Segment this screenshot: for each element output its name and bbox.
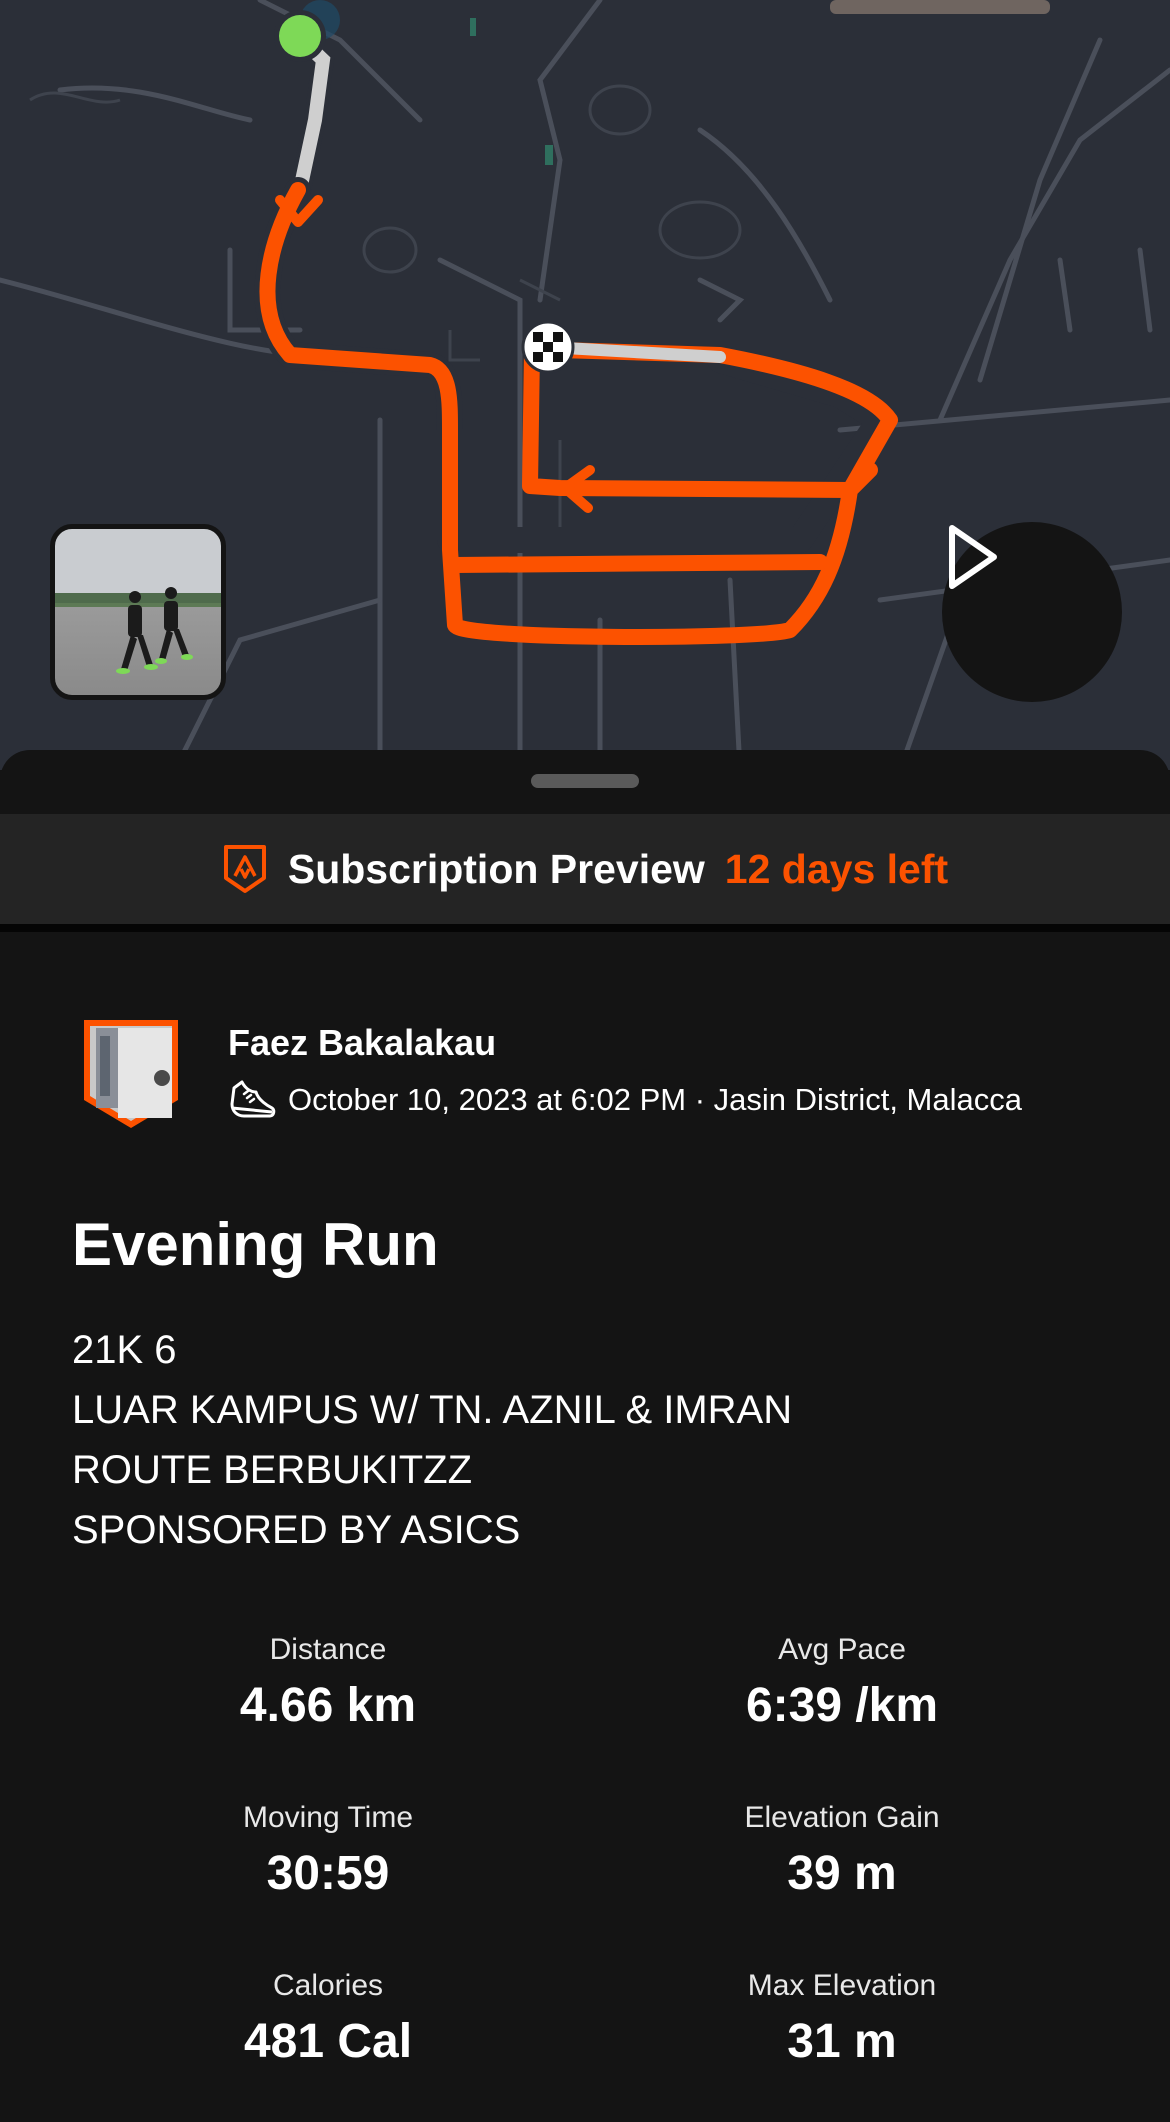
description-line: ROUTE BERBUKITZZ [72,1448,473,1492]
play-icon [949,525,997,589]
avatar[interactable] [78,1016,184,1132]
athlete-header[interactable]: Faez Bakalakau October 10, 2023 at 6:02 … [78,1016,1118,1136]
description-line: LUAR KAMPUS W/ TN. AZNIL & IMRAN [72,1388,793,1432]
subscription-title: Subscription Preview [287,845,705,892]
stat-label: Elevation Gain [744,1801,940,1834]
running-shoe-icon [230,1080,276,1118]
stat-label: Avg Pace [778,1633,906,1666]
subscription-days-left: 12 days left [724,845,949,892]
stat-value: 481 Cal [243,2015,413,2068]
stat-label: Distance [269,1633,387,1666]
stat-max-elevation: Max Elevation 31 m [592,1966,1092,2074]
strava-shield-icon [223,845,266,893]
athlete-name[interactable]: Faez Bakalakau [228,1022,496,1064]
stat-value: 4.66 km [239,1679,417,1732]
stat-label: Moving Time [242,1801,414,1834]
stat-moving-time: Moving Time 30:59 [78,1798,578,1906]
stat-calories: Calories 481 Cal [78,1966,578,2074]
stat-value: 31 m [787,2015,897,2068]
checkered-flag-icon [521,320,575,374]
description-line: 21K 6 [72,1328,177,1372]
stat-label: Max Elevation [747,1969,937,2002]
play-flyover-button[interactable] [942,522,1122,702]
activity-title: Evening Run [72,1211,439,1278]
stat-value: 30:59 [266,1847,390,1900]
activity-meta: October 10, 2023 at 6:02 PM · Jasin Dist… [228,1076,1022,1124]
sheet-drag-handle[interactable] [531,774,639,788]
route-map[interactable] [0,0,1170,770]
description-line: SPONSORED BY ASICS [72,1508,521,1552]
activity-detail-sheet: Subscription Preview 12 days left Faez B… [0,750,1170,2122]
activity-description: 21K 6 LUAR KAMPUS W/ TN. AZNIL & IMRAN R… [72,1320,1112,1560]
stat-value: 39 m [787,1847,897,1900]
start-dot-icon [274,10,326,62]
activity-photo-thumbnail[interactable] [50,524,226,700]
stat-avg-pace: Avg Pace 6:39 /km [592,1630,1092,1738]
subscription-preview-banner[interactable]: Subscription Preview 12 days left [0,814,1170,932]
stat-label: Calories [272,1969,384,2002]
stat-distance: Distance 4.66 km [78,1630,578,1738]
activity-date-location: October 10, 2023 at 6:02 PM · Jasin Dist… [288,1082,1022,1117]
stat-elevation-gain: Elevation Gain 39 m [592,1798,1092,1906]
stat-value: 6:39 /km [745,1679,939,1732]
